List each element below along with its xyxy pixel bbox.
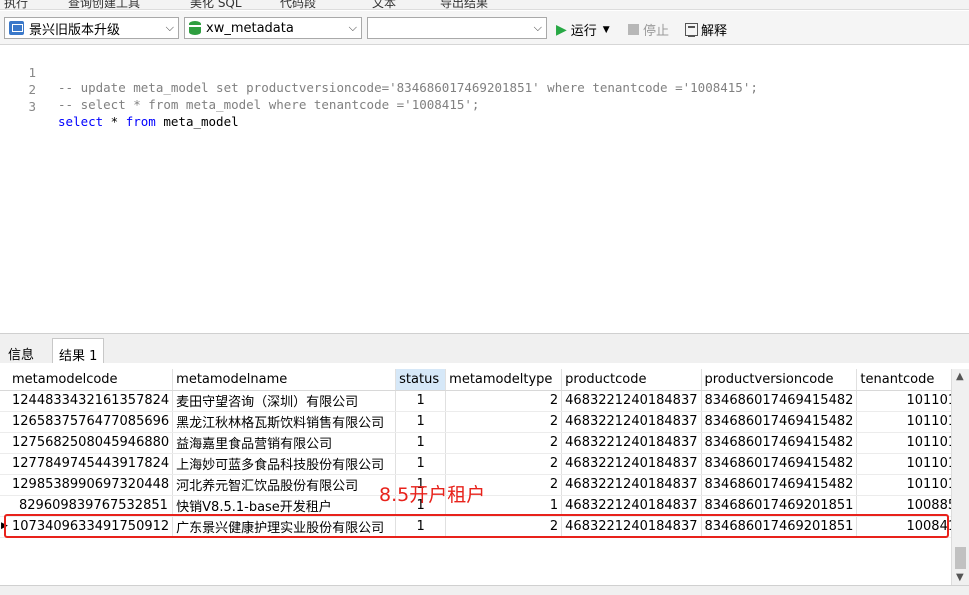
table-row[interactable]: 1265837576477085696 黑龙江秋林格瓦斯饮料销售有限公司 1 2 468…: [0, 411, 969, 433]
explain-label: 解释: [701, 24, 728, 39]
column-header[interactable]: productversioncode: [701, 369, 858, 391]
tab-label: 信息: [8, 348, 35, 363]
explain-icon: [685, 23, 698, 37]
stop-button[interactable]: 停止: [628, 20, 669, 39]
table-cell[interactable]: 2: [445, 390, 563, 412]
table-cell[interactable]: 834686017469415482: [701, 474, 858, 496]
table-cell[interactable]: 1: [395, 411, 447, 433]
column-header[interactable]: status: [395, 369, 447, 391]
sql-editor[interactable]: 1 -- update meta_model set productversio…: [0, 46, 969, 333]
table-cell[interactable]: 834686017469415482: [701, 411, 858, 433]
line-number: 3: [28, 99, 36, 114]
explain-button[interactable]: 解释: [685, 20, 727, 39]
table-cell[interactable]: 益海嘉里食品营销有限公司: [172, 432, 397, 454]
toolbar-snippets[interactable]: 代码段: [280, 0, 316, 9]
column-header[interactable]: productcode: [561, 369, 702, 391]
table-cell[interactable]: 834686017469415482: [701, 390, 858, 412]
editor-line: 2 -- select * from meta_model where tena…: [0, 67, 969, 112]
table-cell[interactable]: 快销V8.5.1-base开发租户: [172, 495, 397, 517]
sql-text: *: [103, 114, 126, 129]
table-cell[interactable]: 1298538990697320448: [0, 474, 174, 496]
run-label: 运行: [570, 24, 597, 39]
database-icon: [189, 21, 201, 35]
sql-statement: select * from meta_model: [58, 114, 239, 129]
tab-info[interactable]: 信息: [2, 338, 40, 364]
schema-select[interactable]: ⌵: [367, 17, 547, 39]
editor-line: 3 select * from meta_model: [0, 84, 969, 129]
table-cell[interactable]: 834686017469201851: [701, 495, 858, 517]
table-cell[interactable]: 1277849745443917824: [0, 453, 174, 475]
column-header[interactable]: metamodeltype: [445, 369, 563, 391]
table-row[interactable]: 1244833432161357824 麦田守望咨询（深圳）有限公司 1 2 46832…: [0, 390, 969, 412]
connection-select[interactable]: 景兴旧版本升级 ⌵: [4, 17, 179, 39]
sql-keyword: select: [58, 114, 104, 129]
table-cell[interactable]: 2: [445, 411, 563, 433]
stop-label: 停止: [643, 24, 670, 39]
sql-text: meta_model: [155, 114, 239, 129]
table-cell[interactable]: 4683221240184837: [561, 390, 702, 412]
vertical-scrollbar[interactable]: ▲ ▼: [951, 369, 969, 585]
stop-icon: [628, 24, 639, 35]
table-cell[interactable]: 834686017469415482: [701, 432, 858, 454]
toolbar-beautify-sql[interactable]: 美化 SQL: [190, 0, 242, 9]
run-button[interactable]: ▶ 运行 ▼: [556, 20, 610, 40]
table-cell[interactable]: 1: [395, 432, 447, 454]
main-toolbar: 执行 查询创建工具 美化 SQL 代码段 文本 导出结果: [0, 0, 969, 10]
table-row[interactable]: 1277849745443917824 上海妙可蓝多食品科技股份有限公司 1 2 468…: [0, 453, 969, 475]
table-cell[interactable]: 4683221240184837: [561, 495, 702, 517]
toolbar-text[interactable]: 文本: [372, 0, 396, 9]
database-select[interactable]: xw_metadata ⌵: [184, 17, 362, 39]
highlight-box: [4, 514, 949, 538]
result-tabs: 信息 结果 1: [0, 333, 969, 364]
toolbar-run-item[interactable]: 执行: [4, 0, 28, 9]
tab-result-1[interactable]: 结果 1: [52, 338, 105, 364]
table-cell[interactable]: 829609839767532851: [0, 495, 174, 517]
editor-line: 1 -- update meta_model set productversio…: [0, 50, 969, 95]
table-cell[interactable]: 4683221240184837: [561, 432, 702, 454]
column-header[interactable]: metamodelcode: [0, 369, 174, 391]
table-cell[interactable]: 2: [445, 453, 563, 475]
table-cell[interactable]: 1244833432161357824: [0, 390, 174, 412]
scroll-down-icon[interactable]: ▼: [956, 572, 964, 583]
table-cell[interactable]: 4683221240184837: [561, 453, 702, 475]
toolbar-export[interactable]: 导出结果: [440, 0, 488, 9]
header-row: metamodelcode metamodelname status metam…: [0, 369, 969, 391]
database-name: xw_metadata: [206, 20, 294, 36]
query-toolbar: 景兴旧版本升级 ⌵ xw_metadata ⌵ ⌵ ▶ 运行 ▼ 停止 解释: [0, 11, 969, 45]
table-cell[interactable]: 黑龙江秋林格瓦斯饮料销售有限公司: [172, 411, 397, 433]
play-icon: ▶: [556, 21, 567, 38]
sql-keyword: from: [125, 114, 156, 129]
table-cell[interactable]: 麦田守望咨询（深圳）有限公司: [172, 390, 397, 412]
table-cell[interactable]: 2: [445, 432, 563, 454]
scroll-up-icon[interactable]: ▲: [956, 371, 964, 382]
tab-label: 结果 1: [59, 349, 98, 364]
grid-footer: [0, 585, 969, 595]
table-cell[interactable]: 1265837576477085696: [0, 411, 174, 433]
table-cell[interactable]: 1: [395, 390, 447, 412]
table-cell[interactable]: 上海妙可蓝多食品科技股份有限公司: [172, 453, 397, 475]
connection-icon: [9, 21, 24, 35]
table-cell[interactable]: 1: [395, 453, 447, 475]
chevron-down-icon: ⌵: [533, 21, 542, 34]
connection-name: 景兴旧版本升级: [29, 22, 121, 38]
column-header[interactable]: metamodelname: [172, 369, 397, 391]
table-row[interactable]: 1275682508045946880 益海嘉里食品营销有限公司 1 2 4683221…: [0, 432, 969, 454]
table-cell[interactable]: 834686017469415482: [701, 453, 858, 475]
chevron-down-icon: ⌵: [348, 21, 357, 34]
annotation-label: 8.5开户租户: [379, 484, 486, 506]
result-table: metamodelcode metamodelname status metam…: [0, 369, 969, 538]
table-cell[interactable]: 河北养元智汇饮品股份有限公司: [172, 474, 397, 496]
table-cell[interactable]: 1275682508045946880: [0, 432, 174, 454]
caret-down-icon[interactable]: ▼: [603, 25, 610, 35]
scroll-thumb[interactable]: [955, 547, 966, 569]
chevron-down-icon: ⌵: [165, 21, 174, 34]
table-cell[interactable]: 4683221240184837: [561, 474, 702, 496]
result-grid[interactable]: metamodelcode metamodelname status metam…: [0, 363, 969, 585]
toolbar-query-builder[interactable]: 查询创建工具: [68, 0, 140, 9]
table-cell[interactable]: 4683221240184837: [561, 411, 702, 433]
